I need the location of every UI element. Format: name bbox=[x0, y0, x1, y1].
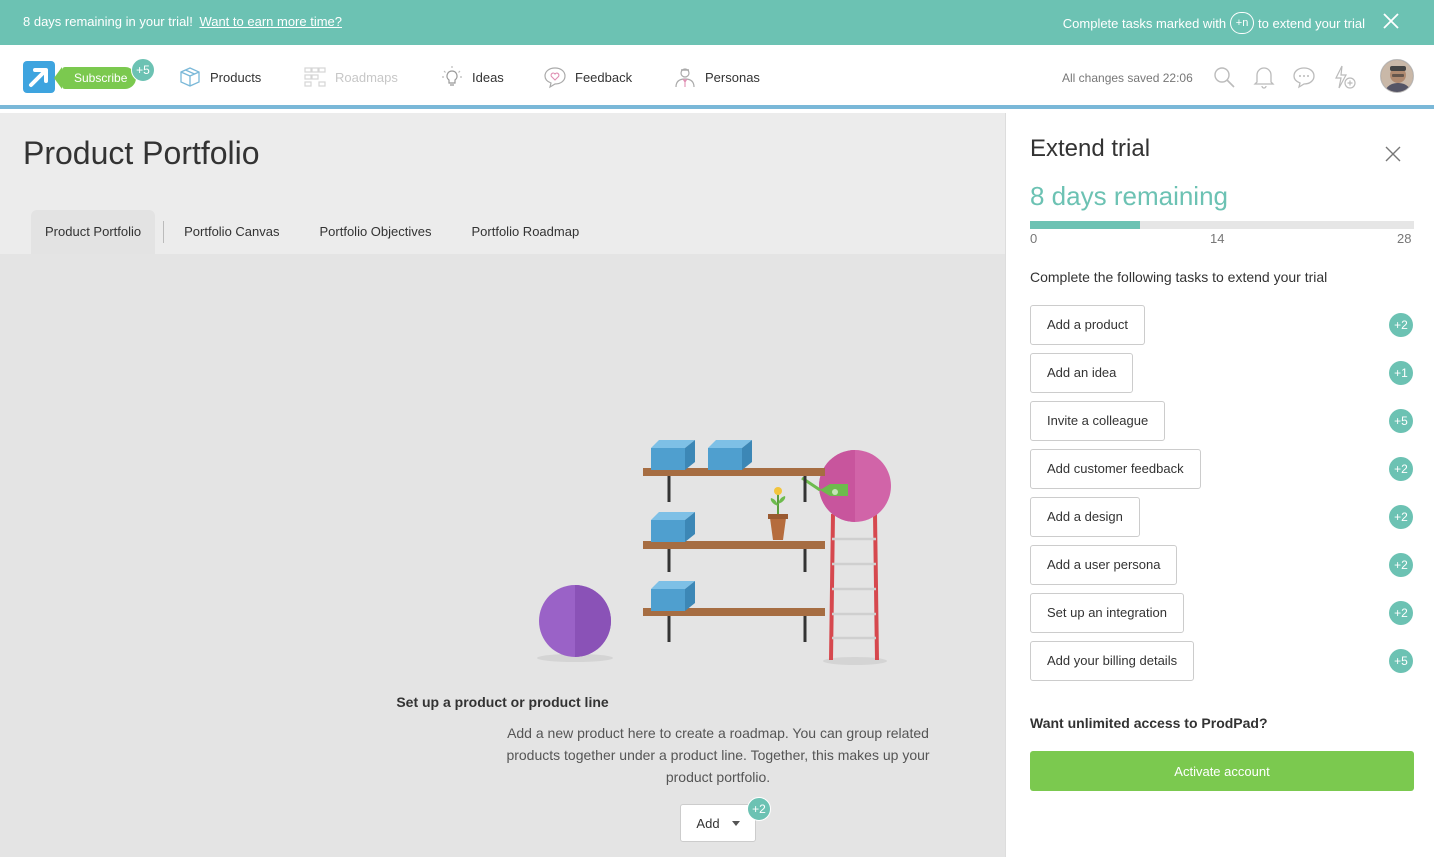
progress-tick-start: 0 bbox=[1030, 231, 1038, 246]
task-badge: +2 bbox=[1389, 505, 1413, 529]
trial-progress-bar bbox=[1030, 221, 1414, 229]
task-add-product[interactable]: Add a product bbox=[1030, 305, 1145, 345]
task-add-design[interactable]: Add a design bbox=[1030, 497, 1140, 537]
prodpad-logo[interactable] bbox=[23, 61, 55, 93]
page-title: Product Portfolio bbox=[23, 135, 260, 171]
bell-icon[interactable] bbox=[1251, 64, 1277, 90]
task-invite-colleague[interactable]: Invite a colleague bbox=[1030, 401, 1166, 441]
activate-account-button[interactable]: Activate account bbox=[1030, 751, 1414, 791]
task-badge: +5 bbox=[1389, 409, 1413, 433]
task-instructions: Complete the following tasks to extend y… bbox=[1030, 269, 1328, 285]
nav-products-label: Products bbox=[210, 69, 262, 85]
add-button[interactable]: Add bbox=[680, 804, 756, 842]
logo-arrow-icon bbox=[29, 68, 48, 87]
trial-banner-message: 8 days remaining in your trial! Want to … bbox=[23, 14, 342, 29]
save-status: All changes saved 22:06 bbox=[1062, 71, 1193, 85]
portfolio-tabs: Product Portfolio Portfolio Canvas Portf… bbox=[31, 210, 599, 254]
subscribe-badge: +5 bbox=[131, 58, 155, 82]
close-icon[interactable] bbox=[1384, 145, 1402, 163]
nav-products[interactable]: Products bbox=[178, 65, 261, 89]
search-icon[interactable] bbox=[1211, 64, 1237, 90]
grid-icon bbox=[304, 67, 326, 87]
heart-chat-icon bbox=[544, 67, 566, 89]
main-area: Product Portfolio Product Portfolio Port… bbox=[0, 113, 1005, 857]
trial-progress-fill bbox=[1030, 221, 1140, 229]
tab-product-portfolio[interactable]: Product Portfolio bbox=[31, 210, 156, 254]
task-badge: +5 bbox=[1389, 649, 1413, 673]
earn-more-time-link[interactable]: Want to earn more time? bbox=[199, 14, 342, 29]
subscribe-button[interactable]: Subscribe bbox=[53, 67, 137, 89]
task-badge: +1 bbox=[1389, 361, 1413, 385]
empty-state: Set up a product or product line Add a n… bbox=[0, 254, 1005, 857]
nav-feedback-label: Feedback bbox=[575, 69, 633, 85]
task-add-user-persona[interactable]: Add a user persona bbox=[1030, 545, 1178, 585]
tasks-suffix-text: to extend your trial bbox=[1258, 15, 1365, 31]
progress-tick-end: 28 bbox=[1397, 231, 1412, 246]
unlimited-access-heading: Want unlimited access to ProdPad? bbox=[1030, 715, 1268, 731]
days-remaining: 8 days remaining bbox=[1030, 181, 1228, 211]
task-add-customer-feedback[interactable]: Add customer feedback bbox=[1030, 449, 1201, 489]
caret-down-icon bbox=[731, 820, 740, 826]
chat-icon[interactable] bbox=[1291, 64, 1317, 90]
add-button-label: Add bbox=[696, 815, 720, 831]
task-badge: +2 bbox=[1389, 601, 1413, 625]
extend-trial-panel: Extend trial 8 days remaining 0 14 28 Co… bbox=[1005, 113, 1434, 857]
task-set-up-integration[interactable]: Set up an integration bbox=[1030, 593, 1184, 633]
plus-n-badge: +n bbox=[1230, 12, 1255, 34]
tab-portfolio-objectives[interactable]: Portfolio Objectives bbox=[300, 210, 452, 254]
top-nav: Subscribe +5 Products Roadmaps Ideas Fee… bbox=[0, 45, 1434, 109]
trial-banner-hint: Complete tasks marked with +n to extend … bbox=[1063, 12, 1365, 34]
nav-ideas[interactable]: Ideas bbox=[440, 65, 504, 89]
user-avatar-icon bbox=[1381, 60, 1413, 92]
tab-portfolio-canvas[interactable]: Portfolio Canvas bbox=[164, 210, 299, 254]
lightbulb-icon bbox=[442, 66, 462, 86]
avatar[interactable] bbox=[1380, 59, 1414, 93]
nav-personas[interactable]: Personas bbox=[673, 65, 760, 89]
tasks-prefix-text: Complete tasks marked with bbox=[1062, 15, 1227, 31]
add-badge: +2 bbox=[747, 797, 771, 821]
progress-tick-mid: 14 bbox=[1210, 231, 1225, 246]
box-icon bbox=[180, 67, 200, 87]
trial-banner: 8 days remaining in your trial! Want to … bbox=[0, 0, 1434, 45]
empty-state-description: Add a new product here to create a roadm… bbox=[506, 725, 930, 785]
task-add-idea[interactable]: Add an idea bbox=[1030, 353, 1134, 393]
nav-feedback[interactable]: Feedback bbox=[543, 65, 632, 89]
close-icon[interactable] bbox=[1381, 11, 1401, 31]
nav-personas-label: Personas bbox=[705, 69, 760, 85]
nav-roadmaps-label: Roadmaps bbox=[335, 69, 398, 85]
nav-roadmaps[interactable]: Roadmaps bbox=[303, 65, 398, 89]
task-add-billing-details[interactable]: Add your billing details bbox=[1030, 641, 1195, 681]
panel-title: Extend trial bbox=[1030, 135, 1151, 162]
nav-ideas-label: Ideas bbox=[472, 69, 504, 85]
tab-portfolio-roadmap[interactable]: Portfolio Roadmap bbox=[452, 210, 600, 254]
task-badge: +2 bbox=[1389, 313, 1413, 337]
shelves-illustration bbox=[537, 440, 891, 665]
empty-state-title: Set up a product or product line bbox=[396, 694, 609, 710]
task-badge: +2 bbox=[1389, 457, 1413, 481]
trial-days-text: 8 days remaining in your trial! bbox=[23, 14, 193, 29]
task-badge: +2 bbox=[1389, 553, 1413, 577]
lightning-plus-icon[interactable] bbox=[1331, 64, 1357, 90]
persona-icon bbox=[675, 68, 695, 88]
